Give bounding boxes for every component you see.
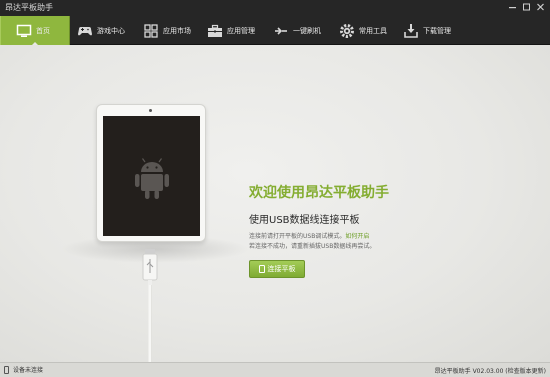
tablet-camera: [149, 109, 152, 112]
tablet-illustration: [96, 104, 206, 242]
app-window: 昂达平板助手 首页 游戏中心 应用市场 应用管理 一键刷机 常用工具 下载管理 …: [0, 0, 550, 377]
nav-item-label: 游戏中心: [97, 26, 125, 35]
title-bar: 昂达平板助手: [0, 0, 550, 16]
refresh-icon: [272, 22, 290, 40]
welcome-title: 欢迎使用昂达平板助手: [249, 185, 389, 201]
maximize-icon[interactable]: [521, 1, 532, 13]
nav-item-app-manage[interactable]: 应用管理: [206, 16, 255, 45]
tablet-screen: [103, 116, 200, 236]
nav-item-games[interactable]: 游戏中心: [76, 16, 125, 45]
nav-item-tools[interactable]: 常用工具: [338, 16, 387, 45]
nav-item-label: 首页: [36, 26, 50, 35]
window-title: 昂达平板助手: [5, 3, 53, 12]
gamepad-icon: [76, 22, 94, 40]
version-info[interactable]: 昂达平板助手 V02.03.00 (检查版本更新): [435, 366, 546, 375]
monitor-icon: [15, 22, 33, 40]
grid-icon: [142, 22, 160, 40]
usb-debug-hint-text: 连接前请打开平板的USB调试模式。: [249, 233, 346, 240]
main-nav: 首页 游戏中心 应用市场 应用管理 一键刷机 常用工具 下载管理: [0, 16, 550, 46]
phone-icon: [4, 365, 9, 374]
nav-item-label: 下载管理: [423, 26, 451, 35]
android-icon: [135, 158, 169, 199]
connect-tablet-button[interactable]: 连接平板: [249, 260, 305, 278]
window-controls: [507, 1, 546, 15]
usb-cable-icon: [142, 249, 158, 367]
nav-item-label: 应用管理: [227, 26, 255, 35]
nav-item-one-click-flash[interactable]: 一键刷机: [272, 16, 321, 45]
tablet-icon: [258, 265, 265, 273]
gear-icon: [338, 22, 356, 40]
main-panel: 欢迎使用昂达平板助手 使用USB数据线连接平板 连接前请打开平板的USB调试模式…: [0, 45, 550, 367]
device-status: 设备未连接: [4, 365, 43, 374]
nav-item-app-market[interactable]: 应用市场: [142, 16, 191, 45]
status-bar: 设备未连接 昂达平板助手 V02.03.00 (检查版本更新): [0, 362, 550, 377]
nav-item-label: 一键刷机: [293, 26, 321, 35]
minimize-icon[interactable]: [507, 1, 518, 13]
close-icon[interactable]: [535, 1, 546, 13]
device-status-text: 设备未连接: [13, 367, 44, 374]
usb-debug-hint: 连接前请打开平板的USB调试模式。如何开启: [249, 231, 369, 240]
download-icon: [402, 22, 420, 40]
how-to-enable-link[interactable]: 如何开启: [345, 233, 369, 240]
nav-item-label: 常用工具: [359, 26, 387, 35]
usb-connect-subtitle: 使用USB数据线连接平板: [249, 215, 360, 226]
nav-item-home[interactable]: 首页: [0, 16, 70, 46]
connect-tablet-label: 连接平板: [267, 265, 296, 273]
toolbox-icon: [206, 22, 224, 40]
retry-hint: 若连接不成功，请重新插拔USB数据线再尝试。: [249, 243, 376, 250]
nav-item-downloads[interactable]: 下载管理: [402, 16, 451, 45]
nav-item-label: 应用市场: [163, 26, 191, 35]
